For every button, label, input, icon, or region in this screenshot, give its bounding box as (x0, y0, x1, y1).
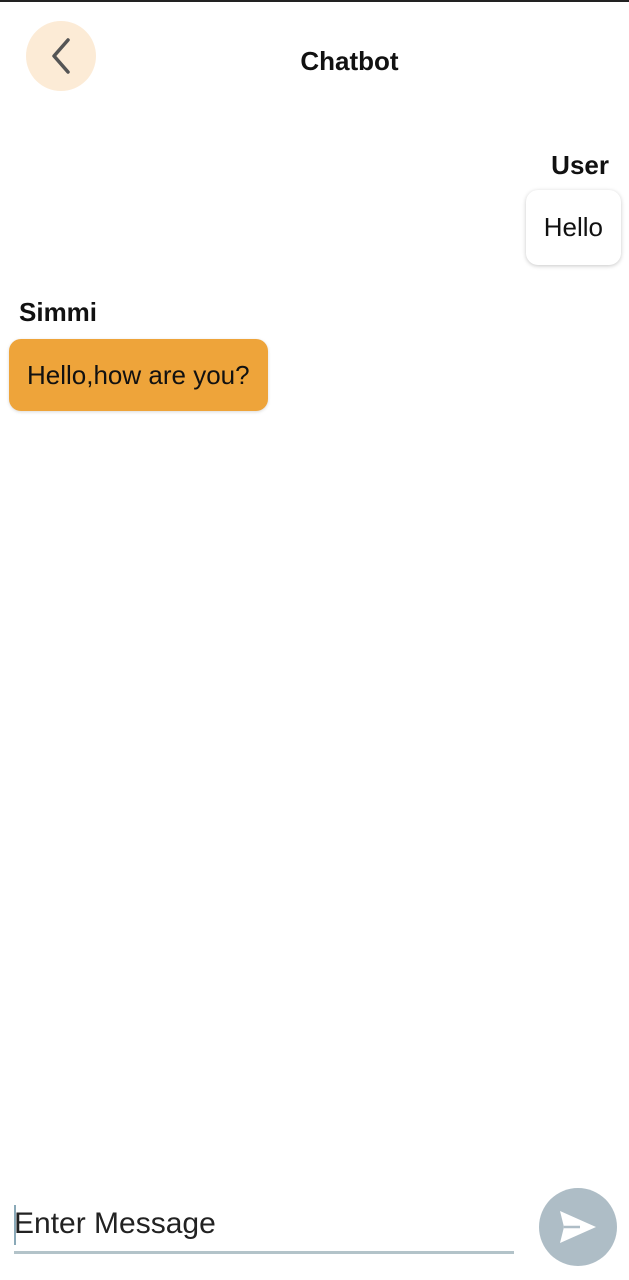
message-input[interactable] (14, 1200, 514, 1254)
bot-message-bubble: Hello,how are you? (9, 339, 268, 411)
send-icon (560, 1211, 596, 1243)
send-button[interactable] (539, 1188, 617, 1266)
header: Chatbot (0, 2, 629, 122)
bot-sender-label: Simmi (19, 297, 98, 327)
user-message-bubble: Hello (525, 190, 621, 265)
text-caret (14, 1205, 16, 1245)
chat-screen: Chatbot User Hello Simmi Hello,how are y… (0, 0, 629, 1280)
page-title: Chatbot (300, 46, 399, 76)
user-sender-label: User (551, 150, 609, 180)
